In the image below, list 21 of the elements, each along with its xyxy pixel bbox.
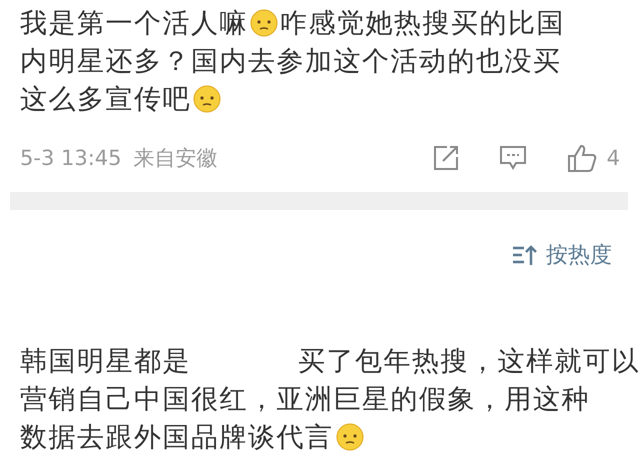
share-button[interactable] bbox=[432, 145, 459, 171]
comment-icon bbox=[498, 145, 527, 171]
comment-text: 数据去跟外国品牌谈代言 bbox=[20, 421, 334, 454]
comment-text: 内明星还多？国内去参加这个活动的也没买 bbox=[20, 45, 562, 79]
comment-text: 营销自己中国很红，亚洲巨星的假象，用这种 bbox=[20, 383, 590, 417]
emoji-icon bbox=[336, 423, 364, 451]
comment-text: 这么多宣传吧 bbox=[20, 83, 191, 117]
comment-time: 5-3 13:45 bbox=[20, 146, 122, 170]
sort-button[interactable]: 按热度 bbox=[512, 240, 612, 270]
emoji-icon bbox=[193, 85, 221, 113]
comment-text: 咋感觉她热搜买的比国 bbox=[280, 7, 565, 41]
reply-button[interactable] bbox=[498, 145, 527, 171]
like-button[interactable]: 4 bbox=[566, 143, 620, 173]
comment-text: 我是第一个活人嘛 bbox=[20, 7, 248, 41]
share-icon bbox=[432, 145, 459, 171]
comment-text: 韩国明星都是 bbox=[20, 345, 191, 379]
emoji-icon bbox=[250, 9, 278, 37]
sort-icon bbox=[512, 244, 538, 266]
thumbs-up-icon bbox=[566, 143, 597, 173]
comment-text: 买了包年热搜，这样就可以 bbox=[298, 345, 640, 379]
comment-source: 来自安徽 bbox=[134, 145, 218, 172]
